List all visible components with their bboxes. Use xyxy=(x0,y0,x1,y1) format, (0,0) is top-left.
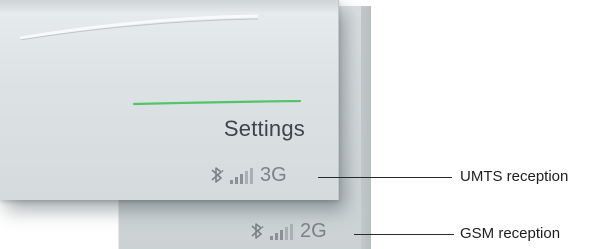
background-screen-rim xyxy=(361,6,371,249)
signal-strength-icon xyxy=(230,166,253,184)
decorative-arc xyxy=(20,14,259,40)
front-screen-rim xyxy=(0,0,338,12)
bluetooth-icon xyxy=(211,167,224,183)
gsm-callout-line xyxy=(354,234,454,235)
umts-status-bar: 3G xyxy=(210,162,287,188)
signal-strength-icon xyxy=(270,222,293,240)
accent-line xyxy=(132,100,302,106)
umts-callout-label: UMTS reception xyxy=(460,168,569,185)
settings-menu-item[interactable]: Settings xyxy=(180,116,305,142)
gsm-status-bar: 2G xyxy=(250,218,327,244)
network-type-label: 3G xyxy=(260,163,287,186)
umts-callout-line xyxy=(318,177,452,178)
gsm-callout-label: GSM reception xyxy=(460,225,561,242)
front-screen: Settings xyxy=(0,0,339,200)
bluetooth-icon xyxy=(251,223,264,239)
network-type-label: 2G xyxy=(300,219,327,242)
